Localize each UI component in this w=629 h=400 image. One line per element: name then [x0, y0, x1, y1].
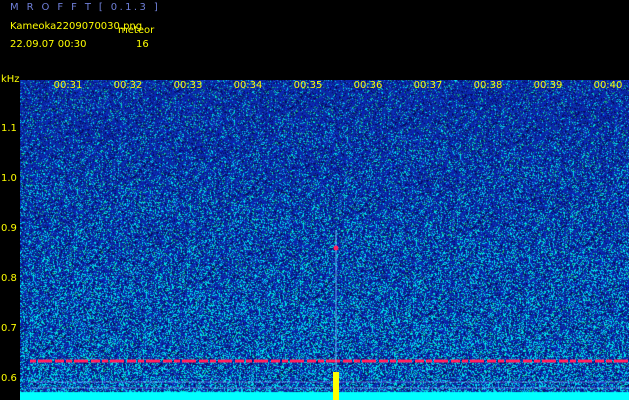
y-tick-label: 0.8: [1, 273, 17, 284]
x-tick-label: 00:31: [53, 80, 83, 91]
x-tick-label: 00:39: [533, 80, 563, 91]
y-tick-label: 1.0: [1, 173, 17, 184]
x-tick-label: 00:34: [233, 80, 263, 91]
x-tick-label: 00:38: [473, 80, 503, 91]
y-tick-label: 0.9: [1, 223, 17, 234]
x-tick-label: 00:36: [353, 80, 383, 91]
x-tick-label: 00:32: [113, 80, 143, 91]
meteor-label: meteor: [118, 25, 155, 36]
x-tick-label: 00:33: [173, 80, 203, 91]
y-tick-label: 0.6: [1, 373, 17, 384]
meteor-count: 16: [136, 39, 149, 50]
spectrogram-canvas: [20, 80, 629, 400]
capture-datetime: 22.09.07 00:30: [10, 39, 87, 50]
y-axis-unit: kHz: [1, 74, 20, 85]
y-tick-label: 1.1: [1, 123, 17, 134]
y-tick-label: 0.7: [1, 323, 17, 334]
app-title: M R O F F T [ 0.1.3 ]: [10, 2, 161, 13]
x-tick-label: 00:35: [293, 80, 323, 91]
x-tick-label: 00:40: [593, 80, 623, 91]
x-tick-label: 00:37: [413, 80, 443, 91]
